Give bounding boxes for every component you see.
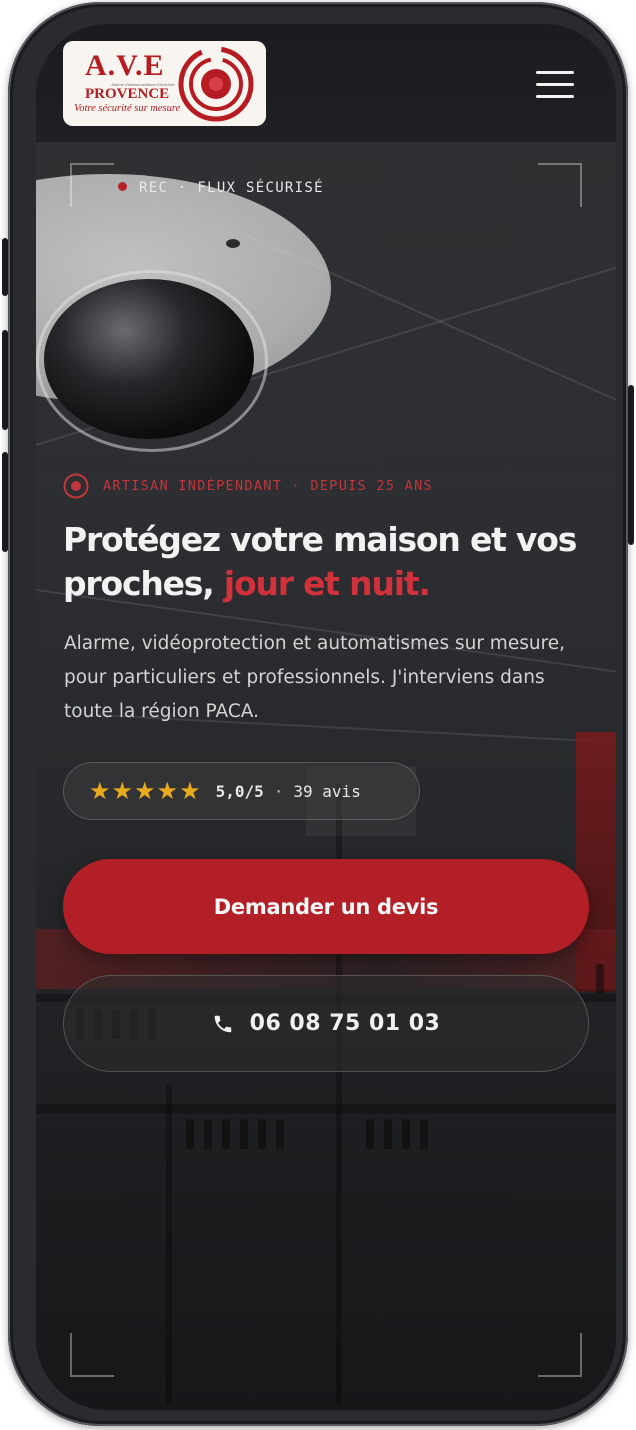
phone-screen: A.V.E Alarme Vidéosurveillance Electrici… [36, 24, 616, 1410]
hero-eyebrow: ARTISAN INDÉPENDANT · DEPUIS 25 ANS [63, 472, 433, 500]
background-bottle [186, 1119, 194, 1149]
rating-badge[interactable]: ★★★★★ 5,0/5 · 39 avis [63, 762, 420, 820]
hamburger-menu-icon [536, 83, 574, 86]
background-bottle [420, 1119, 428, 1149]
background-bottle [384, 1119, 392, 1149]
site-logo[interactable]: A.V.E Alarme Vidéosurveillance Electrici… [63, 41, 266, 126]
hero-headline: Protégez votre maison et vos proches, jo… [63, 518, 603, 606]
hamburger-menu-icon [536, 95, 574, 98]
rating-review-count: 39 avis [293, 781, 361, 801]
viewfinder-corner-bottom-right [538, 1333, 582, 1377]
background-shelf [166, 1084, 172, 1404]
rating-separator: · [273, 781, 284, 801]
background-bottle [204, 1119, 212, 1149]
viewfinder-corner-bottom-left [70, 1333, 114, 1377]
call-phone-button[interactable]: 06 08 75 01 03 [63, 975, 589, 1072]
background-bottle [366, 1119, 374, 1149]
background-bottle [276, 1119, 284, 1149]
hero-eyebrow-text: ARTISAN INDÉPENDANT · DEPUIS 25 ANS [103, 478, 433, 494]
viewfinder-corner-top-left [70, 163, 114, 207]
hero-headline-accent: jour et nuit. [223, 564, 431, 603]
phone-icon [214, 1015, 231, 1032]
rating-stars-icon: ★★★★★ [89, 777, 202, 805]
request-quote-button[interactable]: Demander un devis [63, 859, 589, 954]
recording-dot-icon [118, 182, 127, 191]
background-shelf [36, 1104, 616, 1114]
hamburger-menu-button[interactable] [532, 68, 576, 102]
phone-number: 06 08 75 01 03 [249, 1011, 441, 1036]
phone-frame: A.V.E Alarme Vidéosurveillance Electrici… [8, 2, 628, 1426]
background-bottle [596, 964, 604, 994]
viewfinder-corner-top-right [538, 163, 582, 207]
recording-status: REC · FLUX SÉCURISÉ [118, 180, 324, 196]
logo-region: PROVENCE [85, 86, 170, 102]
hamburger-menu-icon [536, 71, 574, 74]
camera-sensor [226, 239, 240, 248]
background-bottle [240, 1119, 248, 1149]
background-bottle [402, 1119, 410, 1149]
phone-power-button [628, 385, 634, 545]
target-icon [63, 473, 89, 499]
logo-brand-name: A.V.E [85, 49, 165, 82]
rating-score: 5,0/5 [215, 781, 264, 801]
background-bottle [258, 1119, 266, 1149]
recording-status-label: REC · FLUX SÉCURISÉ [139, 180, 324, 196]
logo-tagline: Votre sécurité sur mesure [74, 103, 181, 114]
security-camera-dome [44, 279, 254, 439]
background-bottle [222, 1119, 230, 1149]
hero-subtitle: Alarme, vidéoprotection et automatismes … [64, 633, 566, 722]
logo-emblem-icon [178, 46, 254, 122]
site-header: A.V.E Alarme Vidéosurveillance Electrici… [36, 24, 616, 142]
